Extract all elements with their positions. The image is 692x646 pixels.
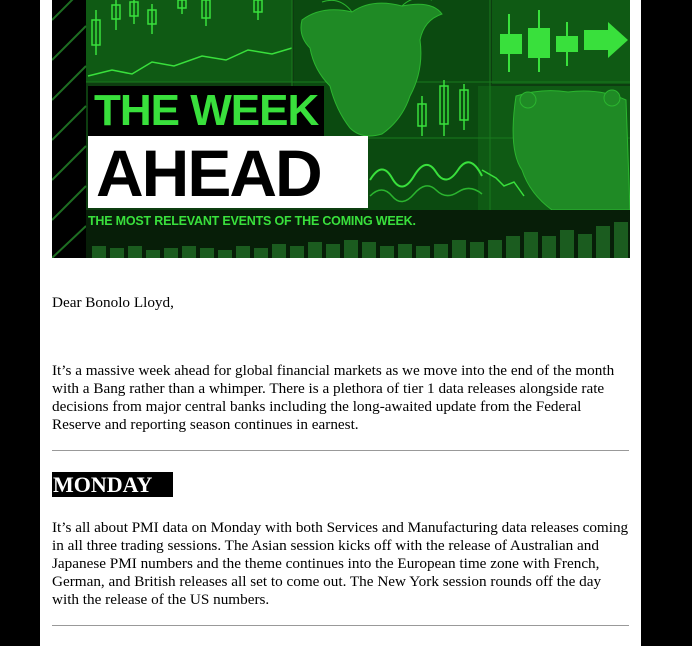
- section-day-heading: MONDAY: [52, 472, 173, 497]
- section-body: It’s all about PMI data on Monday with b…: [52, 519, 629, 608]
- banner-title-line1: THE WEEK: [88, 86, 325, 136]
- divider: [52, 450, 629, 451]
- divider: [52, 625, 629, 626]
- intro-paragraph: It’s a massive week ahead for global fin…: [52, 362, 615, 433]
- greeting: Dear Bonolo Lloyd,: [52, 294, 174, 311]
- banner-title-line2: AHEAD: [88, 136, 368, 210]
- week-ahead-banner[interactable]: THE WEEK AHEAD THE MOST RELEVANT EVENTS …: [52, 0, 630, 258]
- banner-subtitle: THE MOST RELEVANT EVENTS OF THE COMING W…: [88, 214, 416, 228]
- email-page: THE WEEK AHEAD THE MOST RELEVANT EVENTS …: [40, 0, 641, 646]
